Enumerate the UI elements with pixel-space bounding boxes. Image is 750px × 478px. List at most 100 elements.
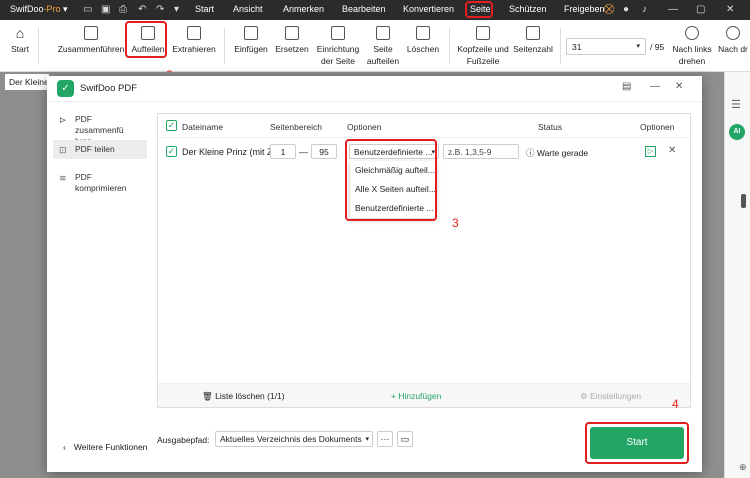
preview-icon[interactable]: ▷ bbox=[645, 146, 656, 157]
merge-button[interactable]: Zusammenführen bbox=[56, 26, 126, 55]
merge-pdf-icon: ⊳ bbox=[59, 115, 67, 125]
output-path-label: Ausgabepfad: bbox=[157, 435, 210, 445]
save-icon[interactable]: ▣ bbox=[101, 3, 110, 17]
compress-pdf-icon: ≋ bbox=[59, 173, 67, 183]
more-functions-link[interactable]: ‹ Weitere Funktionen bbox=[63, 442, 147, 452]
print-icon[interactable]: ⎙ bbox=[119, 3, 127, 17]
menu-freigeben[interactable]: Freigeben bbox=[564, 4, 605, 14]
document-tab[interactable]: Der Kleine bbox=[5, 74, 49, 90]
dialog-title: SwifDoo PDF bbox=[80, 83, 138, 94]
range-dash: — bbox=[299, 147, 308, 157]
page-number-button[interactable]: Seitenzahl bbox=[512, 26, 554, 55]
insert-button[interactable]: Einfügen bbox=[232, 26, 270, 55]
menu-konvertieren[interactable]: Konvertieren bbox=[403, 4, 454, 14]
undo-icon[interactable]: ↶ bbox=[138, 3, 146, 17]
minimize-icon[interactable]: — bbox=[668, 3, 678, 17]
remove-row-icon[interactable]: ✕ bbox=[668, 145, 676, 156]
app-logo-icon: ✓ bbox=[57, 80, 74, 97]
range-from-input[interactable]: 1 bbox=[270, 144, 296, 159]
replace-button[interactable]: Ersetzen bbox=[273, 26, 311, 55]
replace-icon bbox=[285, 26, 299, 40]
title-bar: SwifDoo-Pro ▾ ▭ ▣ ⎙ ↶ ↷ ▾ Start Ansicht … bbox=[0, 0, 750, 20]
header-name: Dateiname bbox=[182, 122, 224, 132]
highlight-aufteilen bbox=[125, 21, 167, 58]
merge-icon bbox=[84, 26, 98, 40]
marker-3: 3 bbox=[452, 216, 459, 230]
split-pdf-icon: ⊡ bbox=[59, 145, 67, 155]
header-footer-button[interactable]: Kopfzeile und Fußzeile bbox=[456, 26, 510, 67]
delete-button[interactable]: Löschen bbox=[405, 26, 441, 55]
chevron-left-icon: ‹ bbox=[63, 442, 66, 452]
page-dropdown-icon[interactable]: ▾ bbox=[636, 42, 640, 50]
row-checkbox[interactable]: ✓ bbox=[166, 146, 177, 157]
insert-icon bbox=[244, 26, 258, 40]
split-dialog: ✓ SwifDoo PDF ▤ — ✕ ⊳PDF zusammenfü hren… bbox=[47, 76, 702, 472]
output-path-select[interactable]: Aktuelles Verzeichnis des Dokuments ▾ bbox=[215, 431, 373, 447]
scrollbar[interactable] bbox=[741, 194, 746, 208]
header-actions: Optionen bbox=[640, 122, 675, 132]
redo-icon[interactable]: ↷ bbox=[156, 3, 164, 17]
menu-schuetzen[interactable]: Schützen bbox=[509, 4, 547, 14]
header-status: Status bbox=[538, 122, 563, 132]
close-window-icon[interactable]: ✕ bbox=[726, 3, 734, 17]
menu-bearbeiten[interactable]: Bearbeiten bbox=[342, 4, 386, 14]
header-options: Optionen bbox=[347, 122, 382, 132]
extract-button[interactable]: Extrahieren bbox=[171, 26, 217, 55]
user-icon[interactable]: ● bbox=[623, 3, 629, 17]
rotate-left-icon bbox=[685, 26, 699, 40]
pin-icon[interactable]: ▤ bbox=[622, 81, 631, 92]
menu-anmerken[interactable]: Anmerken bbox=[283, 4, 324, 14]
table-footer: 🗑 Liste löschen (1/1) + Hinzufügen ⚙ Ein… bbox=[158, 383, 690, 407]
extract-icon bbox=[187, 26, 201, 40]
more-options-button[interactable]: ··· bbox=[377, 431, 393, 447]
right-panel: ☰ AI ⊕ bbox=[724, 72, 750, 478]
gear-icon: ⚙ bbox=[580, 391, 590, 401]
start-button[interactable]: ⌂ Start bbox=[8, 26, 32, 55]
settings-sliders-icon[interactable]: ☰ bbox=[731, 98, 741, 111]
rotate-icon bbox=[331, 26, 345, 40]
page-number-input[interactable]: 31 ▾ bbox=[566, 38, 646, 55]
marker-4: 4 bbox=[672, 397, 679, 411]
maximize-icon[interactable]: ▢ bbox=[696, 3, 705, 17]
folder-icon[interactable]: ▭ bbox=[397, 431, 413, 447]
status-text: ⓘ Warte gerade bbox=[526, 148, 589, 158]
page-split-button[interactable]: Seite aufteilen bbox=[364, 26, 402, 67]
highlight-start bbox=[585, 422, 689, 464]
sidebar-item-split[interactable]: ⊡ PDF teilen bbox=[53, 140, 147, 159]
dialog-minimize-icon[interactable]: — bbox=[650, 81, 660, 92]
select-all-checkbox[interactable]: ✓ bbox=[166, 120, 177, 131]
page-number-icon bbox=[526, 26, 540, 40]
range-to-input[interactable]: 95 bbox=[311, 144, 337, 159]
dialog-title-bar: ✓ SwifDoo PDF ▤ — ✕ bbox=[47, 76, 702, 102]
delete-icon bbox=[416, 26, 430, 40]
header-footer-icon bbox=[476, 26, 490, 40]
help-icon: ⓘ bbox=[526, 148, 537, 158]
header-range: Seitenbereich bbox=[270, 122, 322, 132]
sidebar-item-compress[interactable]: ≋ PDF komprimieren bbox=[53, 168, 147, 198]
output-chevron-icon: ▾ bbox=[365, 436, 369, 443]
page-setup-button[interactable]: Einrichtung der Seite bbox=[313, 26, 363, 67]
dropdown-icon[interactable]: ▾ bbox=[174, 3, 179, 17]
page-total: / 95 bbox=[650, 42, 665, 52]
file-name: Der Kleine Prinz (mit Z... bbox=[182, 147, 281, 157]
custom-range-input[interactable]: z.B. 1,3,5-9 bbox=[443, 144, 519, 159]
rotate-left-button[interactable]: Nach links drehen bbox=[669, 26, 715, 67]
settings-button[interactable]: ⚙ Einstellungen bbox=[580, 391, 641, 402]
ai-icon[interactable]: AI bbox=[729, 124, 745, 140]
highlight-dropdown bbox=[345, 139, 437, 221]
add-button[interactable]: + Hinzufügen bbox=[391, 391, 441, 401]
zoom-icon[interactable]: ⊕ bbox=[739, 462, 747, 473]
menu-ansicht[interactable]: Ansicht bbox=[233, 4, 263, 14]
app-logo: SwifDoo-Pro ▾ bbox=[10, 4, 68, 14]
rotate-right-icon bbox=[726, 26, 740, 40]
clear-list-button[interactable]: 🗑 Liste löschen (1/1) bbox=[202, 391, 285, 402]
open-icon[interactable]: ▭ bbox=[83, 3, 92, 17]
highlight-seite bbox=[465, 1, 493, 18]
bell-icon[interactable]: ♪ bbox=[642, 3, 647, 17]
trash-icon: 🗑 bbox=[202, 391, 216, 401]
cart-icon[interactable]: ⛒ bbox=[604, 3, 614, 17]
menu-start[interactable]: Start bbox=[195, 4, 214, 14]
dialog-close-icon[interactable]: ✕ bbox=[675, 81, 683, 92]
table-header: ✓ Dateiname Seitenbereich Optionen Statu… bbox=[158, 114, 690, 138]
rotate-right-button[interactable]: Nach dr bbox=[716, 26, 750, 55]
